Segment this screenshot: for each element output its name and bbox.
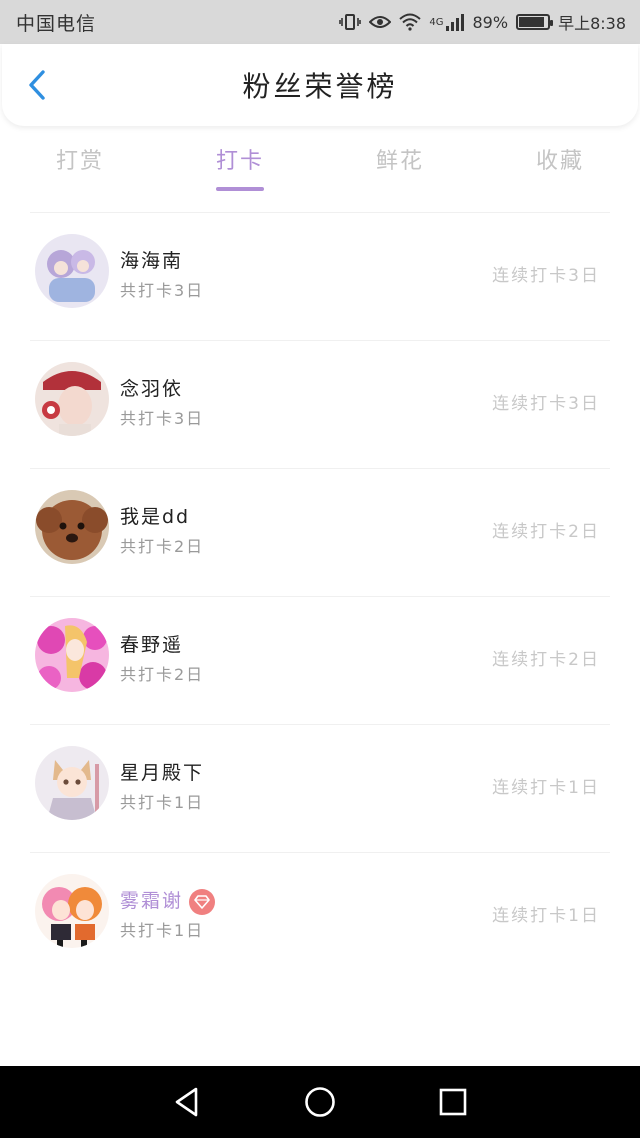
total-checkin-text: 共打卡2日 (120, 537, 205, 556)
home-circle-icon[interactable] (300, 1082, 340, 1122)
streak-text: 连续打卡1日 (492, 778, 600, 798)
battery-icon (516, 14, 554, 30)
streak-text: 连续打卡3日 (492, 266, 600, 286)
tab-bar: 打赏 打卡 鲜花 收藏 (0, 140, 640, 194)
total-checkin-text: 共打卡1日 (120, 921, 205, 940)
avatar[interactable] (35, 234, 109, 308)
back-triangle-icon[interactable] (167, 1082, 207, 1122)
user-name: 海海南 (120, 250, 184, 272)
tab-reward[interactable]: 打赏 (0, 140, 160, 194)
page-title: 粉丝荣誉榜 (242, 70, 398, 103)
streak-text: 连续打卡3日 (492, 394, 600, 414)
avatar[interactable] (35, 362, 109, 436)
tab-checkin[interactable]: 打卡 (160, 140, 320, 194)
network-type-label: 4G (429, 16, 444, 28)
recents-square-icon[interactable] (433, 1082, 473, 1122)
chevron-left-icon (29, 70, 45, 100)
battery-level-fill (519, 17, 545, 27)
streak-text: 连续打卡2日 (492, 522, 600, 542)
back-button[interactable] (20, 68, 54, 102)
user-name: 我是dd (120, 506, 191, 528)
eye-icon (369, 14, 392, 30)
vip-diamond-icon (189, 888, 216, 915)
avatar[interactable] (35, 490, 109, 564)
user-name: 星月殿下 (120, 762, 205, 784)
streak-text: 连续打卡2日 (492, 650, 600, 670)
tab-favorites[interactable]: 收藏 (480, 140, 640, 194)
vibrate-icon (339, 13, 362, 31)
fan-ranking-list: 海海南 共打卡3日 连续打卡3日 念羽依 共打卡3日 连续打卡3日 我是dd 共… (30, 212, 610, 980)
list-item[interactable]: 雾霜谢 共打卡1日 连续打卡1日 (30, 852, 610, 980)
list-item[interactable]: 念羽依 共打卡3日 连续打卡3日 (30, 340, 610, 468)
avatar[interactable] (35, 618, 109, 692)
user-name: 念羽依 (120, 378, 184, 400)
system-nav-bar (0, 1066, 640, 1138)
list-item[interactable]: 我是dd 共打卡2日 连续打卡2日 (30, 468, 610, 596)
page-header: 粉丝荣誉榜 (2, 44, 638, 126)
active-tab-indicator (216, 187, 264, 191)
avatar[interactable] (35, 746, 109, 820)
tab-label: 收藏 (535, 149, 584, 174)
clock: 早上8:38 (558, 14, 626, 33)
battery-percent: 89% (472, 12, 509, 32)
tab-label: 鲜花 (375, 149, 424, 174)
streak-text: 连续打卡1日 (492, 906, 600, 926)
tab-label: 打卡 (215, 149, 264, 174)
avatar[interactable] (35, 874, 109, 948)
carrier-label: 中国电信 (16, 12, 97, 35)
tab-flowers[interactable]: 鲜花 (320, 140, 480, 194)
wifi-icon (399, 13, 422, 31)
total-checkin-text: 共打卡3日 (120, 281, 205, 300)
total-checkin-text: 共打卡2日 (120, 665, 205, 684)
total-checkin-text: 共打卡1日 (120, 793, 205, 812)
user-name: 雾霜谢 (120, 886, 216, 915)
total-checkin-text: 共打卡3日 (120, 409, 205, 428)
list-item[interactable]: 海海南 共打卡3日 连续打卡3日 (30, 212, 610, 340)
tab-label: 打赏 (55, 149, 104, 174)
list-item[interactable]: 春野遥 共打卡2日 连续打卡2日 (30, 596, 610, 724)
status-icons: 4G 89% 早上8:38 (339, 10, 626, 34)
signal-icon: 4G (429, 13, 464, 31)
status-bar: 中国电信 4G 89% 早上8:38 (0, 0, 640, 44)
user-name: 春野遥 (120, 634, 184, 656)
list-item[interactable]: 星月殿下 共打卡1日 连续打卡1日 (30, 724, 610, 852)
user-name-text: 雾霜谢 (120, 890, 184, 912)
